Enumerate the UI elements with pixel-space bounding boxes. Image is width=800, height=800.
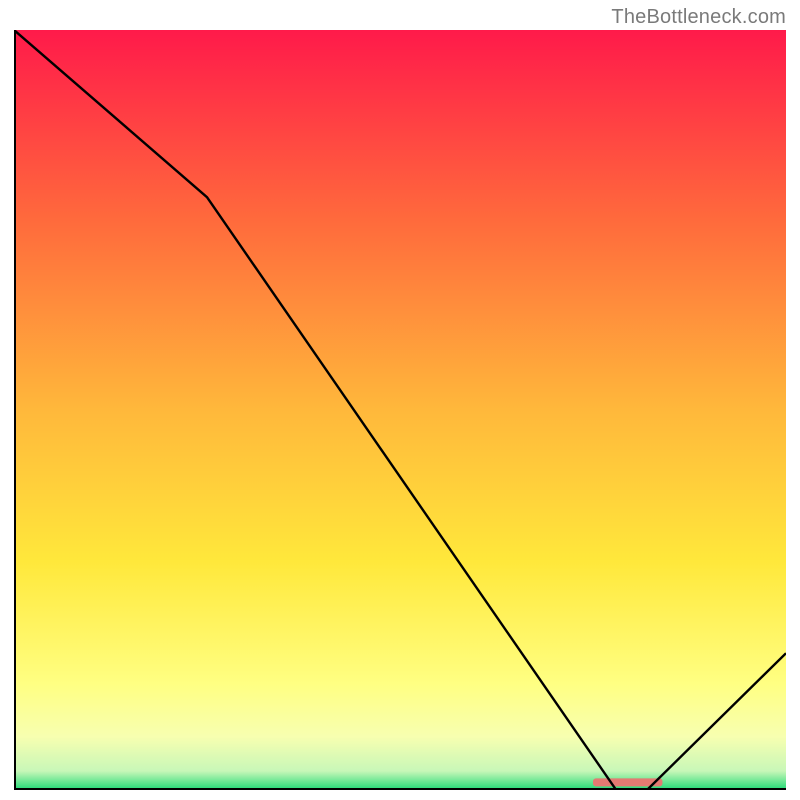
watermark-text: TheBottleneck.com — [611, 6, 786, 29]
chart-axes — [14, 30, 786, 790]
